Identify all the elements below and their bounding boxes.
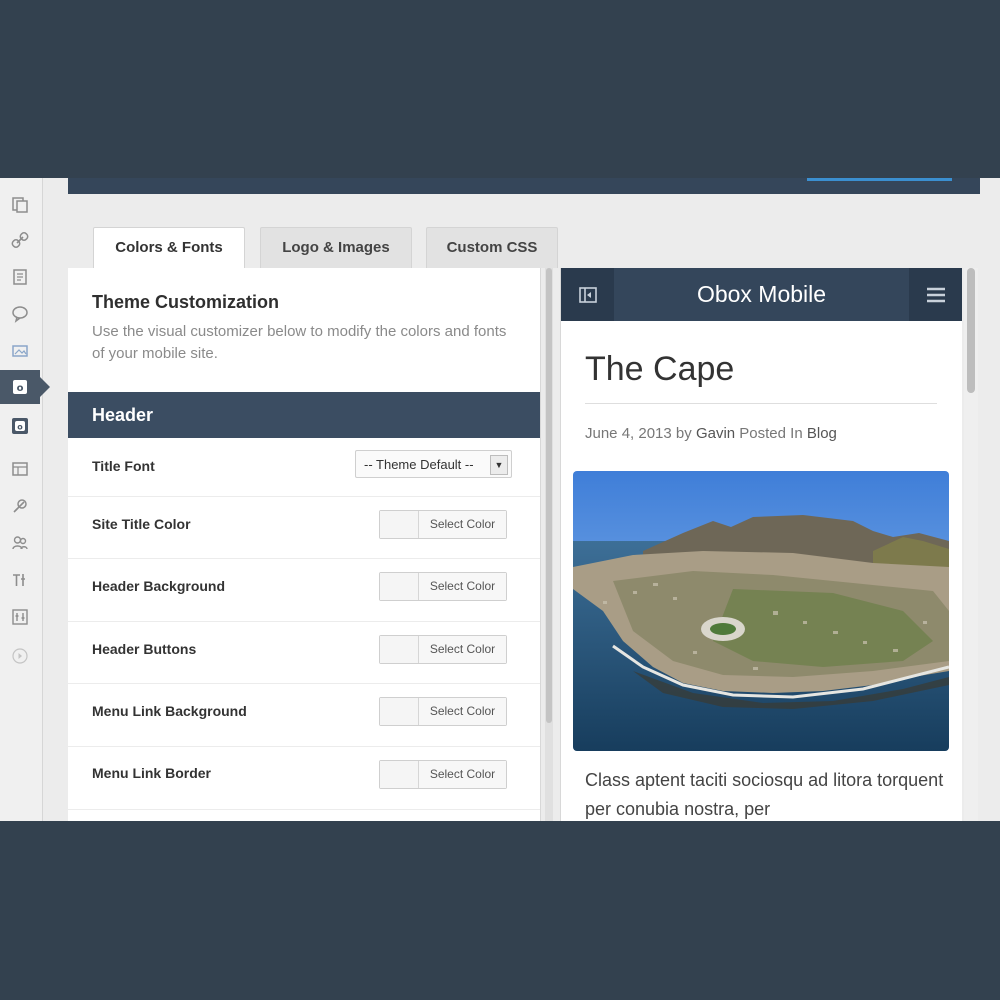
setting-label: Site Title Color	[92, 516, 191, 532]
tab-custom-css[interactable]: Custom CSS	[426, 227, 558, 268]
mobile-preview: Obox Mobile The Cape June 4, 2013 by Gav…	[560, 268, 962, 821]
title-font-select[interactable]: -- Theme Default -- ▼	[355, 450, 512, 478]
obox-active-icon[interactable]: o	[7, 374, 33, 400]
setting-row-site-title-color: Site Title Color Select Color	[68, 496, 540, 559]
mobile-back-button[interactable]	[561, 268, 614, 321]
settings-scrollbar[interactable]	[545, 268, 553, 821]
menu-link-background-color-picker[interactable]: Select Color	[379, 697, 507, 726]
select-color-button[interactable]: Select Color	[419, 511, 506, 538]
header-buttons-color-picker[interactable]: Select Color	[379, 635, 507, 664]
obox-icon[interactable]: o	[7, 413, 33, 439]
setting-label: Header Buttons	[92, 641, 197, 657]
setting-row-title-font: Title Font -- Theme Default -- ▼	[68, 438, 540, 497]
post-title[interactable]: The Cape	[585, 350, 734, 389]
post-date: June 4, 2013 by	[585, 425, 692, 442]
color-swatch[interactable]	[380, 511, 419, 538]
color-swatch[interactable]	[380, 573, 419, 600]
section-title: Header	[92, 405, 154, 425]
setting-label: Header Background	[92, 578, 226, 594]
menu-link-border-color-picker[interactable]: Select Color	[379, 760, 507, 789]
select-color-button[interactable]: Select Color	[419, 698, 506, 725]
top-bar-accent	[807, 178, 952, 181]
comments-icon[interactable]	[7, 301, 33, 327]
post-excerpt: Class aptent taciti sociosqu ad litora t…	[585, 770, 944, 819]
users-icon[interactable]	[7, 530, 33, 556]
header-background-color-picker[interactable]: Select Color	[379, 572, 507, 601]
cape-town-aerial-image	[573, 471, 949, 751]
svg-text:o: o	[17, 423, 23, 432]
post-featured-image[interactable]	[573, 471, 949, 751]
plugins-icon[interactable]	[7, 493, 33, 519]
select-color-button[interactable]: Select Color	[419, 761, 506, 788]
collapse-icon[interactable]	[7, 643, 33, 669]
setting-row-menu-link-border: Menu Link Border Select Color	[68, 746, 540, 810]
select-color-button[interactable]: Select Color	[419, 636, 506, 663]
appearance-icon[interactable]	[7, 456, 33, 482]
pages-icon[interactable]	[7, 192, 33, 218]
settings-panel: Theme Customization Use the visual custo…	[68, 268, 541, 821]
color-swatch[interactable]	[380, 761, 419, 788]
tools-icon[interactable]	[7, 567, 33, 593]
mobile-header: Obox Mobile	[561, 268, 962, 321]
post-author-link[interactable]: Gavin	[696, 425, 735, 442]
setting-row-header-background: Header Background Select Color	[68, 558, 540, 622]
sidebar-toggle-icon	[578, 286, 597, 303]
posts-icon[interactable]	[7, 264, 33, 290]
chevron-down-icon: ▼	[490, 455, 508, 475]
media-icon[interactable]	[7, 338, 33, 364]
panel-title: Theme Customization	[92, 292, 280, 312]
color-swatch[interactable]	[380, 636, 419, 663]
color-swatch[interactable]	[380, 698, 419, 725]
setting-label: Title Font	[92, 458, 155, 474]
tab-colors-fonts[interactable]: Colors & Fonts	[93, 227, 245, 269]
hamburger-icon	[926, 287, 945, 302]
svg-text:o: o	[17, 383, 24, 394]
scrollbar-thumb[interactable]	[546, 268, 552, 723]
select-color-button[interactable]: Select Color	[419, 573, 506, 600]
setting-row-header-buttons: Header Buttons Select Color	[68, 621, 540, 684]
screenshot-frame: o o Colors & Fonts Logo & Images Custom	[0, 178, 1000, 821]
admin-top-bar	[68, 178, 980, 194]
setting-label: Menu Link Background	[92, 703, 247, 719]
setting-label: Menu Link Border	[92, 765, 212, 781]
preview-scrollbar[interactable]	[964, 268, 978, 821]
tab-logo-images[interactable]: Logo & Images	[260, 227, 412, 268]
panel-description: Use the visual customizer below to modif…	[92, 323, 507, 362]
mobile-menu-button[interactable]	[909, 268, 962, 321]
section-header-bar[interactable]: Header	[68, 392, 540, 438]
admin-icon-rail: o o	[0, 178, 50, 821]
mobile-site-title[interactable]: Obox Mobile	[614, 268, 909, 321]
site-title-color-picker[interactable]: Select Color	[379, 510, 507, 539]
post-divider	[585, 403, 937, 404]
select-value: -- Theme Default --	[364, 457, 474, 472]
post-posted-in: Posted In	[739, 425, 803, 442]
scrollbar-thumb[interactable]	[967, 268, 975, 393]
setting-row-menu-link-background: Menu Link Background Select Color	[68, 683, 540, 747]
links-icon[interactable]	[7, 227, 33, 253]
post-meta: June 4, 2013 by Gavin Posted In Blog	[585, 425, 837, 442]
settings-icon[interactable]	[7, 604, 33, 630]
post-category-link[interactable]: Blog	[807, 425, 837, 442]
